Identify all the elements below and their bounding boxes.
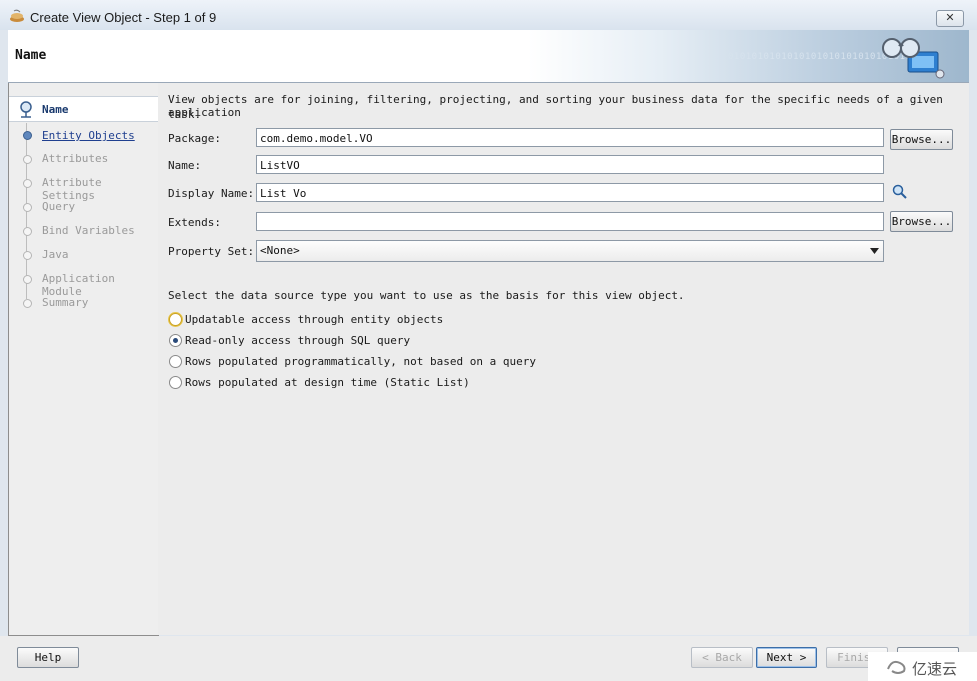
source-type-prompt: Select the data source type you want to … xyxy=(168,289,685,302)
radio-read-only-label[interactable]: Read-only access through SQL query xyxy=(185,334,410,347)
sidebar-item-java: Java xyxy=(42,248,69,261)
step-dot-icon xyxy=(23,131,32,140)
sidebar-item-application-module: Application Module xyxy=(42,272,115,298)
package-label: Package: xyxy=(168,132,221,145)
extends-field[interactable] xyxy=(256,212,884,231)
step-dot-icon xyxy=(23,227,32,236)
intro-text: View objects are for joining, filtering,… xyxy=(168,93,943,119)
extends-browse-button[interactable]: Browse... xyxy=(890,211,953,232)
sidebar-item-entity-objects[interactable]: Entity Objects xyxy=(42,129,135,142)
sidebar-item-attributes: Attributes xyxy=(42,152,109,165)
radio-updatable-label[interactable]: Updatable access through entity objects xyxy=(185,313,443,326)
display-name-label: Display Name: xyxy=(168,187,255,200)
property-set-label: Property Set: xyxy=(168,245,255,258)
watermark-text: 亿速云 xyxy=(912,660,958,678)
radio-updatable[interactable] xyxy=(169,313,182,326)
radio-static-list[interactable] xyxy=(169,376,182,389)
page-title: Name xyxy=(15,48,47,63)
radio-programmatic-label[interactable]: Rows populated programmatically, not bas… xyxy=(185,355,536,368)
radio-read-only[interactable] xyxy=(169,334,182,347)
step-dot-icon xyxy=(23,299,32,308)
step-dot-icon xyxy=(23,179,32,188)
sidebar-item-name[interactable]: Name xyxy=(42,103,69,116)
display-name-field[interactable]: List Vo xyxy=(256,183,884,202)
current-step-icon xyxy=(20,101,32,118)
name-label: Name: xyxy=(168,159,202,172)
chevron-down-icon xyxy=(870,248,879,254)
sidebar-item-bind-variables: Bind Variables xyxy=(42,224,135,237)
package-field[interactable]: com.demo.model.VO xyxy=(256,128,884,147)
radio-static-list-label[interactable]: Rows populated at design time (Static Li… xyxy=(185,376,470,389)
close-button[interactable]: ✕ xyxy=(936,10,964,27)
name-field[interactable]: ListVO xyxy=(256,155,884,174)
extends-label: Extends: xyxy=(168,216,221,229)
sidebar-item-query: Query xyxy=(42,200,76,213)
header-graphic: 01010101010101010101010101010101 xyxy=(528,30,969,82)
intro-text-continued: task. xyxy=(168,108,202,121)
main-panel: View objects are for joining, filtering,… xyxy=(158,83,969,635)
app-icon xyxy=(10,9,24,22)
step-dot-icon xyxy=(23,155,32,164)
wizard-step-list: Name Entity Objects Attributes Attribute… xyxy=(8,83,159,636)
window-title: Create View Object - Step 1 of 9 xyxy=(30,10,217,25)
glasses-monitor-icon xyxy=(882,38,945,79)
step-dot-icon xyxy=(23,203,32,212)
sidebar-item-attribute-settings: Attribute Settings xyxy=(42,176,102,202)
radio-programmatic[interactable] xyxy=(169,355,182,368)
step-dot-icon xyxy=(23,251,32,260)
property-set-value: <None> xyxy=(260,244,300,257)
help-button[interactable]: Help xyxy=(17,647,79,668)
property-set-select[interactable]: <None> xyxy=(256,240,884,262)
step-dot-icon xyxy=(23,275,32,284)
back-button[interactable]: < Back xyxy=(691,647,753,668)
package-browse-button[interactable]: Browse... xyxy=(890,129,953,150)
next-button[interactable]: Next > xyxy=(756,647,817,668)
search-icon[interactable] xyxy=(892,184,908,200)
sidebar-item-summary: Summary xyxy=(42,296,89,309)
watermark-logo-icon xyxy=(887,660,906,674)
wizard-header: 01010101010101010101010101010101 Name xyxy=(8,30,969,83)
